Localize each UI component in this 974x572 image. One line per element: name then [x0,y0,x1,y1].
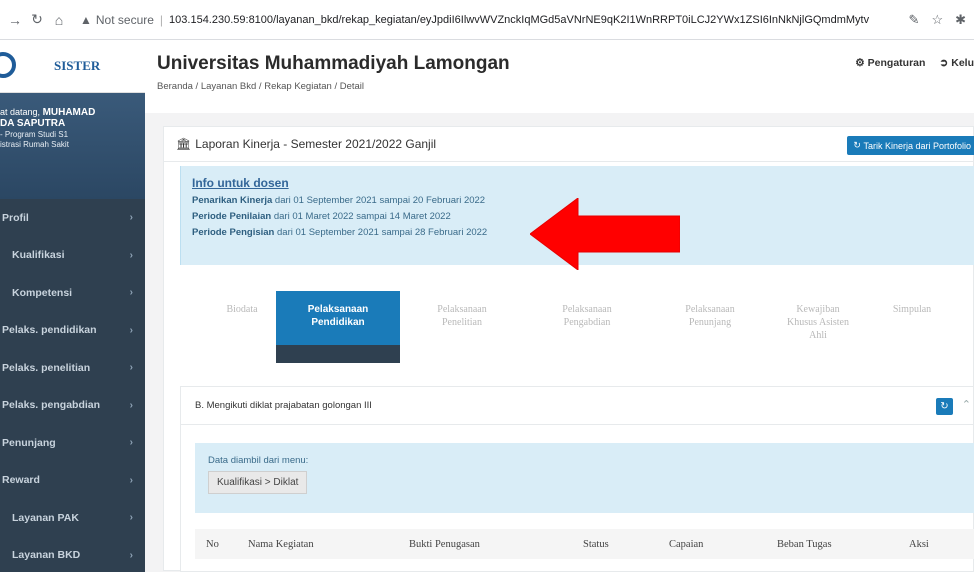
logout-icon: ➲ [939,57,949,69]
address-bar[interactable]: 103.154.230.59:8100/layanan_bkd/rekap_ke… [169,14,869,26]
table-header: No Nama Kegiatan Bukti Penugasan Status … [195,529,974,559]
page-title: Universitas Muhammadiyah Lamongan [157,53,510,74]
logout-link[interactable]: ➲ Kelu [939,57,974,69]
chevron-right-icon: › [129,324,133,336]
welcome-text: at datang, MUHAMAD [0,107,96,118]
breadcrumb[interactable]: Beranda / Layanan Bkd / Rekap Kegiatan /… [157,81,974,92]
user-department: istrasi Rumah Sakit [0,140,69,149]
security-label: Not secure [95,12,154,27]
sidebar-item-layanan-bkd[interactable]: Layanan BKD › [0,537,145,572]
column-no: No [206,538,219,550]
chevron-right-icon: › [129,437,133,449]
data-source-box: Data diambil dari menu: Kualifikasi > Di… [195,443,974,513]
reload-icon[interactable]: ↻ [26,9,48,31]
chevron-right-icon: › [129,249,133,261]
column-capaian: Capaian [669,538,704,550]
gear-icon: ⚙ [855,57,865,69]
chevron-right-icon: › [129,399,133,411]
sidebar-item-pelaks-penelitian[interactable]: Pelaks. penelitian › [0,349,145,387]
browser-toolbar: → ↻ ⌂ ▲ Not secure | 103.154.230.59:8100… [0,0,974,40]
user-program: - Program Studi S1 [0,130,69,139]
sidebar: SISTER at datang, MUHAMAD DA SAPUTRA - P… [0,40,145,572]
brand-name: SISTER [54,58,101,73]
sidebar-item-layanan-pak[interactable]: Layanan PAK › [0,499,145,537]
brand-logo-icon [0,52,16,78]
chevron-right-icon: › [129,362,133,374]
settings-link[interactable]: ⚙ Pengaturan [855,57,925,69]
source-menu-chip[interactable]: Kualifikasi > Diklat [208,471,308,494]
warning-icon: ▲ [80,12,92,27]
share-icon[interactable]: ✎ [909,12,920,28]
refresh-icon: ↻ [853,140,864,150]
sidebar-item-penunjang[interactable]: Penunjang › [0,424,145,462]
chevron-right-icon: › [129,512,133,524]
info-title[interactable]: Info untuk dosen [192,176,974,190]
chevron-up-icon[interactable]: ⌃ [962,398,971,411]
column-bukti-penugasan: Bukti Penugasan [409,538,480,550]
column-nama-kegiatan: Nama Kegiatan [248,538,314,550]
sidebar-item-pelaks-pengabdian[interactable]: Pelaks. pengabdian › [0,387,145,425]
forward-icon[interactable]: → [4,9,26,31]
report-title: Laporan Kinerja - Semester 2021/2022 Gan… [195,137,437,151]
chevron-right-icon: › [129,287,133,299]
security-indicator[interactable]: ▲ Not secure [80,13,154,27]
step-pelaksanaan-pendidikan[interactable]: Pelaksanaan Pendidikan [276,291,400,363]
report-panel-header: 🏛 Laporan Kinerja - Semester 2021/2022 Ga… [164,127,974,162]
column-aksi: Aksi [909,538,929,550]
step-simpulan[interactable]: Simpulan [850,291,974,363]
step-pelaksanaan-pengabdian[interactable]: Pelaksanaan Pengabdian [525,291,649,363]
institution-icon: 🏛 [176,137,192,151]
sidebar-brand[interactable]: SISTER [0,40,145,93]
bookmark-star-icon[interactable]: ☆ [931,12,943,28]
chevron-right-icon: › [129,474,133,486]
red-arrow-annotation [530,198,680,270]
section-refresh-button[interactable]: ↻ [936,398,953,415]
column-status: Status [583,538,609,550]
refresh-icon: ↻ [940,401,949,412]
diklat-section: B. Mengikuti diklat prajabatan golongan … [180,386,974,572]
step-pelaksanaan-penelitian[interactable]: Pelaksanaan Penelitian [400,291,524,363]
pull-performance-button[interactable]: ↻ Tarik Kinerja dari Portofolio [847,136,974,155]
chevron-right-icon: › [129,212,133,224]
column-beban-tugas: Beban Tugas [777,538,832,550]
sidebar-item-reward[interactable]: Reward › [0,462,145,500]
chevron-right-icon: › [129,549,133,561]
section-title: B. Mengikuti diklat prajabatan golongan … [195,400,372,411]
data-source-label: Data diambil dari menu: [208,455,309,466]
sidebar-item-pelaks-pendidikan[interactable]: Pelaks. pendidikan › [0,312,145,350]
step-pelaksanaan-penunjang[interactable]: Pelaksanaan Penunjang [648,291,772,363]
home-icon[interactable]: ⌂ [48,9,70,31]
user-name: DA SAPUTRA [0,118,66,129]
main-content: Universitas Muhammadiyah Lamongan Berand… [145,40,974,572]
wizard-steps: Biodata Pelaksanaan Pendidikan Pelaksanaa… [180,291,974,363]
sidebar-item-kualifikasi[interactable]: Kualifikasi › [0,237,145,275]
sidebar-item-kompetensi[interactable]: Kompetensi › [0,274,145,312]
user-profile: at datang, MUHAMAD DA SAPUTRA - Program … [0,93,145,199]
section-header: B. Mengikuti diklat prajabatan golongan … [181,387,973,425]
page-header: Universitas Muhammadiyah Lamongan Berand… [145,40,974,113]
extensions-icon[interactable]: ✱ [955,12,966,28]
sidebar-item-profil[interactable]: Profil › [0,199,145,237]
